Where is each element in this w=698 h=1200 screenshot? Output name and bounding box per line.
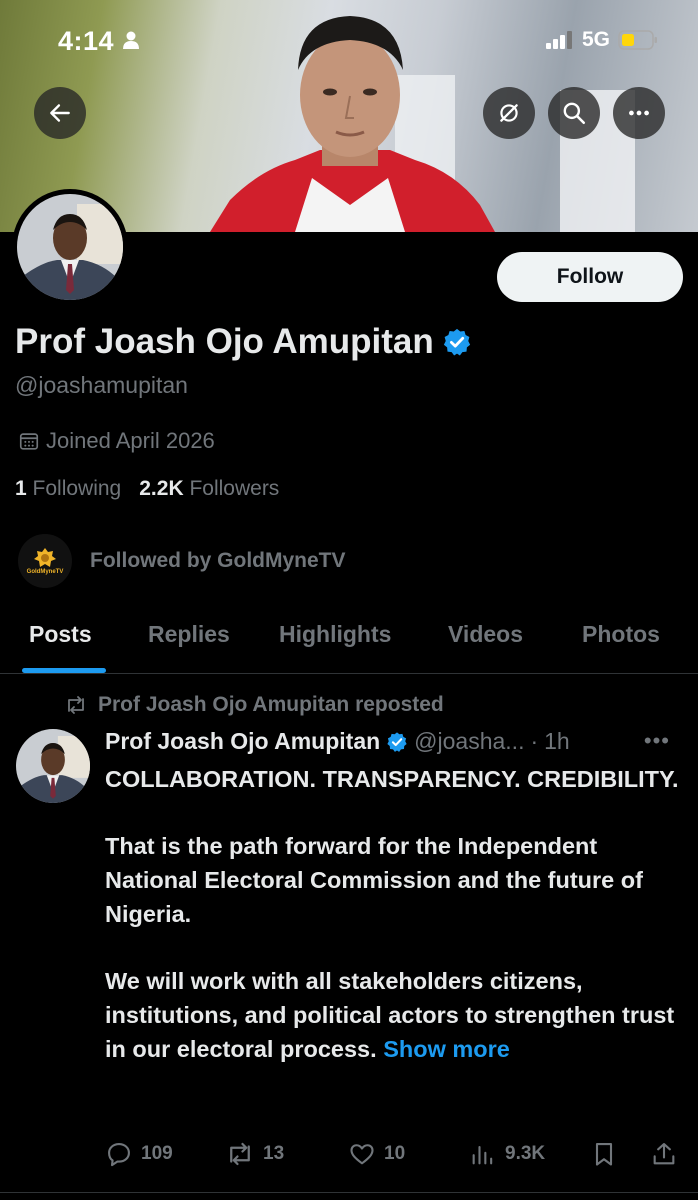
post-more-icon[interactable]: ••• [644, 728, 670, 754]
repost-indicator[interactable]: Prof Joash Ojo Amupitan reposted [64, 693, 444, 717]
following-label: Following [32, 477, 122, 500]
tab-posts[interactable]: Posts [29, 621, 92, 648]
reply-icon [108, 1143, 130, 1167]
calendar-icon [19, 433, 39, 450]
post-author-handle[interactable]: @joasha... [414, 728, 524, 755]
followers-link[interactable]: 2.2K Followers [139, 477, 279, 501]
post-paragraph: COLLABORATION. TRANSPARENCY. CREDIBILITY… [105, 766, 679, 792]
repost-count: 13 [263, 1143, 285, 1164]
bookmark-icon [595, 1143, 613, 1166]
like-count: 10 [384, 1143, 406, 1164]
profile-name-row: Prof Joash Ojo Amupitan [15, 322, 472, 362]
verified-badge-icon[interactable] [442, 327, 472, 357]
profile-name: Prof Joash Ojo Amupitan [15, 322, 434, 361]
post-text: COLLABORATION. TRANSPARENCY. CREDIBILITY… [105, 762, 685, 1066]
show-more-link[interactable]: Show more [383, 1036, 510, 1062]
tab-replies[interactable]: Replies [148, 621, 230, 648]
profile-avatar[interactable] [12, 189, 128, 305]
like-button[interactable]: 10 [348, 1140, 405, 1168]
more-button[interactable] [613, 87, 665, 139]
reply-button[interactable]: 109 [105, 1140, 173, 1168]
repost-label: Prof Joash Ojo Amupitan reposted [98, 693, 444, 716]
search-button[interactable] [548, 87, 600, 139]
signal-icon [545, 31, 572, 49]
views-button[interactable]: 9.3K [469, 1140, 545, 1168]
following-count: 1 [15, 477, 27, 500]
goldmynetv-avatar: GoldMyneTV [18, 534, 72, 588]
share-icon [653, 1143, 675, 1165]
post-paragraph: That is the path forward for the Indepen… [105, 833, 643, 927]
status-bar: 4:14 5G [0, 0, 698, 80]
grok-icon [500, 104, 518, 122]
bookmark-button[interactable] [590, 1140, 618, 1168]
post-author-name[interactable]: Prof Joash Ojo Amupitan [105, 728, 380, 755]
followers-label: Followers [189, 477, 280, 500]
post-divider [0, 1192, 698, 1193]
post-paragraph: We will work with all stakeholders citiz… [105, 964, 685, 1066]
views-icon [472, 1145, 493, 1165]
tab-videos[interactable]: Videos [448, 621, 523, 648]
battery-icon [618, 30, 657, 50]
reply-count: 109 [141, 1143, 173, 1164]
repost-icon [68, 696, 84, 714]
status-time: 4:14 [58, 26, 140, 57]
verified-badge-icon [387, 731, 407, 752]
followed-by-text: Followed by GoldMyneTV [90, 549, 346, 572]
post-time[interactable]: 1h [544, 728, 570, 755]
more-icon [629, 110, 649, 116]
goldmynetv-logo-text: GoldMyneTV [26, 569, 64, 575]
avatar-image [16, 729, 90, 803]
followers-count: 2.2K [139, 477, 184, 500]
search-icon [563, 102, 586, 125]
back-button[interactable] [34, 87, 86, 139]
avatar-image [17, 194, 123, 300]
joined-date: Joined April 2026 [18, 428, 215, 454]
profile-handle: @joashamupitan [15, 372, 188, 398]
repost-icon [230, 1142, 250, 1166]
heart-icon [350, 1144, 374, 1165]
joined-label: Joined April 2026 [46, 428, 215, 453]
following-link[interactable]: 1 Following [15, 477, 121, 501]
post-author-avatar[interactable] [16, 729, 90, 803]
post-actions: 109 13 10 9.3K [105, 1140, 685, 1176]
repost-button[interactable]: 13 [225, 1140, 284, 1168]
follow-counts: 1 Following 2.2K Followers [15, 477, 279, 501]
lion-logo-icon [34, 548, 56, 567]
followed-by-row[interactable]: GoldMyneTV Followed by GoldMyneTV [18, 534, 346, 588]
tab-highlights[interactable]: Highlights [279, 621, 391, 648]
post-header: Prof Joash Ojo Amupitan @joasha... · 1h [105, 728, 570, 755]
profile-tabs: Posts Replies Highlights Videos Photos [0, 603, 698, 674]
grok-button[interactable] [483, 87, 535, 139]
tab-photos[interactable]: Photos [582, 621, 660, 648]
post-dot-separator: · [530, 728, 539, 754]
views-count: 9.3K [505, 1143, 546, 1164]
active-tab-indicator [22, 668, 106, 673]
network-label: 5G [581, 28, 610, 51]
follow-button[interactable]: Follow [497, 252, 683, 302]
back-icon [50, 104, 70, 122]
share-button[interactable] [650, 1140, 678, 1168]
person-icon [123, 31, 140, 49]
